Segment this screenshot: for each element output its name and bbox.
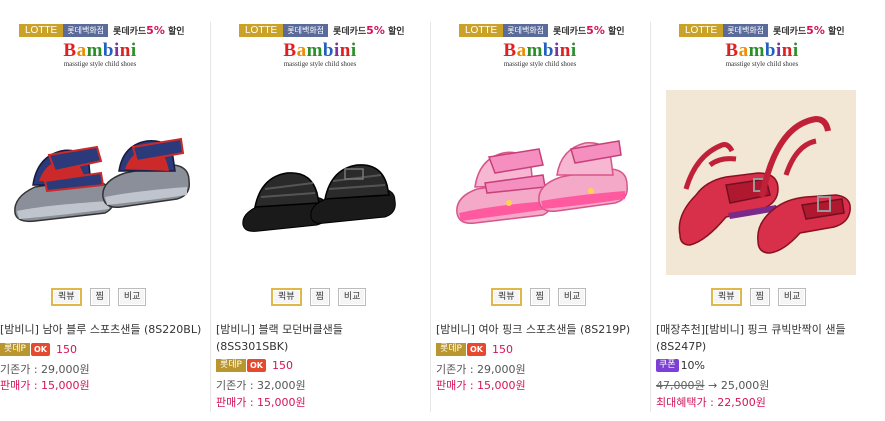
- brand-tagline: masstige style child shoes: [283, 60, 357, 68]
- compare-button[interactable]: 비교: [337, 288, 367, 306]
- price-change: 47,000원 → 25,000원: [656, 377, 769, 394]
- lotte-point-badge: 롯데P: [0, 343, 30, 356]
- store-label: 롯데백화점: [723, 24, 769, 37]
- point-value: 150: [56, 343, 77, 356]
- points-row: 롯데P OK 150: [0, 341, 77, 358]
- lotte-card-badge: LOTTE 롯데백화점 롯데카드5% 할인: [459, 24, 625, 37]
- max-benefit-price: 최대혜택가 : 22,500원: [656, 396, 766, 409]
- brand-logo-word: Bambini: [63, 40, 137, 61]
- old-price: 47,000원: [656, 379, 705, 392]
- product-name[interactable]: [밤비니] 블랙 모던버클샌들 (8SS301SBK): [216, 321, 426, 355]
- quickview-button[interactable]: 퀵뷰: [51, 288, 82, 306]
- action-buttons: 퀵뷰 찜 비교: [271, 288, 367, 306]
- lotte-label: LOTTE: [459, 24, 504, 37]
- wish-button[interactable]: 찜: [529, 288, 550, 306]
- brand-logo: Bambini masstige style child shoes: [265, 40, 375, 68]
- wish-button[interactable]: 찜: [89, 288, 110, 306]
- store-label: 롯데백화점: [503, 24, 549, 37]
- column-divider: [430, 22, 431, 412]
- wish-button[interactable]: 찜: [309, 288, 330, 306]
- compare-button[interactable]: 비교: [557, 288, 587, 306]
- column-divider: [210, 22, 211, 412]
- product-image[interactable]: [5, 85, 195, 280]
- card-discount: 롯데카드5% 할인: [553, 24, 625, 37]
- product-name-line[interactable]: [매장추천][밤비니] 핑크 큐빅반짝이 샌들: [656, 321, 885, 338]
- compare-button[interactable]: 비교: [777, 288, 807, 306]
- action-buttons: 퀵뷰 찜 비교: [51, 288, 147, 306]
- quickview-button[interactable]: 퀵뷰: [271, 288, 302, 306]
- store-label: 롯데백화점: [63, 24, 109, 37]
- brand-logo: Bambini masstige style child shoes: [707, 40, 817, 68]
- card-discount: 롯데카드5% 할인: [773, 24, 845, 37]
- action-buttons: 퀵뷰 찜 비교: [711, 288, 807, 306]
- shoe-right: [310, 164, 396, 224]
- product-image[interactable]: [445, 85, 635, 280]
- shoe-right: [102, 137, 190, 209]
- lotte-label: LOTTE: [239, 24, 284, 37]
- lotte-point-badge: 롯데P: [216, 359, 246, 372]
- product-name-line[interactable]: (8SS301SBK): [216, 338, 426, 355]
- base-price: 기존가 : 29,000원: [436, 363, 526, 376]
- product-name[interactable]: [밤비니] 여아 핑크 스포츠샌들 (8S219P): [436, 321, 648, 338]
- brand-logo-word: Bambini: [725, 40, 799, 61]
- card-discount: 롯데카드5% 할인: [113, 24, 185, 37]
- lotte-point-badge: 롯데P: [436, 343, 466, 356]
- coupon-row: 쿠폰 10%: [656, 357, 705, 374]
- column-divider: [650, 22, 651, 412]
- lotte-card-badge: LOTTE 롯데백화점 롯데카드5% 할인: [239, 24, 405, 37]
- brand-tagline: masstige style child shoes: [725, 60, 799, 68]
- base-price: 기존가 : 29,000원: [0, 363, 90, 376]
- product-name[interactable]: [매장추천][밤비니] 핑크 큐빅반짝이 샌들 (8S247P): [656, 321, 885, 355]
- sale-price: 판매가 : 15,000원: [436, 379, 526, 392]
- compare-button[interactable]: 비교: [117, 288, 147, 306]
- brand-logo-word: Bambini: [283, 40, 357, 61]
- product-image[interactable]: [225, 85, 415, 280]
- points-row: 롯데P OK 150: [216, 357, 293, 374]
- lotte-card-badge: LOTTE 롯데백화점 롯데카드5% 할인: [19, 24, 185, 37]
- lotte-label: LOTTE: [19, 24, 64, 37]
- brand-logo-word: Bambini: [503, 40, 577, 61]
- product-image[interactable]: [666, 85, 856, 280]
- lotte-label: LOTTE: [679, 24, 724, 37]
- brand-logo: Bambini masstige style child shoes: [485, 40, 595, 68]
- shoe-left: [456, 148, 553, 225]
- sale-price: 판매가 : 15,000원: [216, 396, 306, 409]
- coupon-value: 10%: [680, 359, 706, 372]
- ok-cashbag-icon: OK: [31, 343, 50, 356]
- quickview-button[interactable]: 퀵뷰: [491, 288, 522, 306]
- quickview-button[interactable]: 퀵뷰: [711, 288, 742, 306]
- card-discount: 롯데카드5% 할인: [333, 24, 405, 37]
- product-name-line[interactable]: [밤비니] 여아 핑크 스포츠샌들 (8S219P): [436, 323, 630, 336]
- shoe-left: [14, 145, 115, 223]
- brand-logo: Bambini masstige style child shoes: [45, 40, 155, 68]
- brand-tagline: masstige style child shoes: [63, 60, 137, 68]
- product-name[interactable]: [밤비니] 남아 블루 스포츠샌들 (8S220BL): [0, 321, 210, 338]
- lotte-card-badge: LOTTE 롯데백화점 롯데카드5% 할인: [679, 24, 845, 37]
- base-price: 기존가 : 32,000원: [216, 379, 306, 392]
- product-name-line[interactable]: (8S247P): [656, 338, 885, 355]
- new-price: → 25,000원: [704, 379, 770, 392]
- product-name-line[interactable]: [밤비니] 남아 블루 스포츠샌들 (8S220BL): [0, 323, 201, 336]
- ok-cashbag-icon: OK: [247, 359, 266, 372]
- ok-cashbag-icon: OK: [467, 343, 486, 356]
- wish-button[interactable]: 찜: [749, 288, 770, 306]
- coupon-badge: 쿠폰: [656, 359, 679, 372]
- sale-price: 판매가 : 15,000원: [0, 379, 90, 392]
- shoe-right: [538, 140, 628, 213]
- points-row: 롯데P OK 150: [436, 341, 513, 358]
- point-value: 150: [492, 343, 513, 356]
- product-name-line[interactable]: [밤비니] 블랙 모던버클샌들: [216, 321, 426, 338]
- brand-tagline: masstige style child shoes: [503, 60, 577, 68]
- action-buttons: 퀵뷰 찜 비교: [491, 288, 587, 306]
- point-value: 150: [272, 359, 293, 372]
- store-label: 롯데백화점: [283, 24, 329, 37]
